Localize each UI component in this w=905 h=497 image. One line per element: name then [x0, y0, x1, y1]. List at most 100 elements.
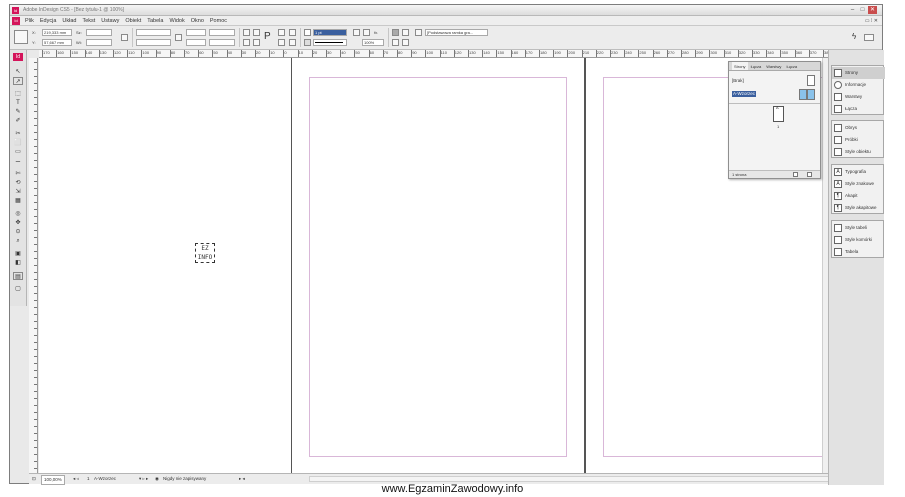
page-left[interactable] [291, 58, 585, 473]
minimize-button[interactable]: – [848, 6, 857, 14]
stroke-weight-field[interactable]: 1 pt [313, 29, 347, 36]
reference-point-icon[interactable] [14, 30, 28, 44]
drop-shadow-icon[interactable] [353, 29, 360, 36]
close-button[interactable]: ✕ [868, 6, 877, 14]
dock-object-styles[interactable]: Style obiektu [832, 146, 885, 158]
flip-horizontal-icon[interactable] [243, 39, 250, 46]
constrain-scale-icon[interactable] [175, 34, 182, 41]
dock-pages[interactable]: Strony [832, 67, 885, 79]
document-window-controls[interactable]: ▭ ⁞ ✕ [865, 16, 878, 26]
direct-selection-tool[interactable]: ↗ [13, 77, 23, 85]
panel-divider[interactable] [729, 103, 820, 104]
fill-stroke-swatch[interactable]: ▣ [13, 250, 23, 258]
object-style-select[interactable]: [Podstawowa ramka gra... [425, 29, 488, 36]
page-tool[interactable]: ⬚ [13, 90, 23, 98]
menu-file[interactable]: Plik [25, 16, 34, 26]
flip-vertical-icon[interactable] [253, 39, 260, 46]
x-field[interactable]: 219,333 mm [42, 29, 72, 36]
shear-angle-field[interactable] [209, 39, 235, 46]
dock-paragraph[interactable]: ¶ Akapit [832, 190, 885, 202]
effects-icon[interactable] [363, 29, 370, 36]
menu-table[interactable]: Tabela [147, 16, 163, 26]
dock-info[interactable]: Informacje [832, 79, 885, 91]
menu-object[interactable]: Obiekt [125, 16, 141, 26]
dock-table-styles[interactable]: Style tabeli [832, 222, 885, 234]
stroke-swatch-icon[interactable] [304, 39, 311, 46]
lightning-icon[interactable]: ϟ [852, 32, 856, 42]
horizontal-scrollbar[interactable] [309, 476, 829, 482]
new-page-icon[interactable] [793, 172, 798, 177]
text-wrap-around-icon[interactable] [402, 29, 409, 36]
screen-mode-button[interactable]: ▢ [13, 285, 23, 293]
dock-paragraph-styles[interactable]: ¶ Style akapitowe [832, 202, 885, 214]
select-next-icon[interactable] [289, 39, 296, 46]
fill-swatch-icon[interactable] [304, 29, 311, 36]
opacity-field[interactable]: 100% [362, 39, 384, 46]
maximize-button[interactable]: □ [858, 6, 867, 14]
y-field[interactable]: 57,667 mm [42, 39, 72, 46]
align-left-icon[interactable] [392, 39, 399, 46]
rotate-field[interactable] [186, 29, 206, 36]
master-a-left-thumbnail[interactable] [799, 89, 807, 100]
object-style-icon[interactable] [415, 29, 422, 36]
master-a[interactable]: A-Wzorzec [732, 91, 757, 97]
menu-layout[interactable]: Układ [62, 16, 76, 26]
menu-help[interactable]: Pomoc [210, 16, 227, 26]
trash-icon[interactable] [807, 172, 812, 177]
pencil-tool[interactable]: ✐ [13, 117, 23, 125]
menu-edit[interactable]: Edycja [40, 16, 57, 26]
menu-settings[interactable]: Ustawy [101, 16, 119, 26]
stroke-type-select[interactable] [313, 39, 347, 46]
master-a-right-thumbnail[interactable] [807, 89, 815, 100]
text-wrap-icon[interactable] [392, 29, 399, 36]
dock-table[interactable]: Tabela [832, 246, 885, 258]
zoom-tool[interactable]: ⌕ [13, 237, 23, 245]
tab-links-2[interactable]: Łącza [784, 62, 799, 70]
line-tool[interactable]: ✂ [13, 130, 23, 138]
shear-field[interactable] [186, 39, 206, 46]
tab-links[interactable]: Łącza [749, 62, 764, 70]
note-tool[interactable]: ◎ [13, 210, 23, 218]
type-tool[interactable]: T [13, 99, 23, 107]
tab-pages[interactable]: Strony [732, 62, 748, 70]
scale-x-field[interactable] [136, 29, 171, 36]
normal-view-mode[interactable]: ▤ [13, 272, 23, 280]
angle-field[interactable] [209, 29, 235, 36]
scale-y-field[interactable] [136, 39, 171, 46]
rectangle-tool[interactable]: ▭ [13, 148, 23, 156]
dock-typography[interactable]: A Typografia [832, 166, 885, 178]
fx-icon[interactable]: fx. [374, 29, 378, 36]
formatting-affects-container[interactable]: ◧ [13, 259, 23, 267]
panel-options-icon[interactable] [864, 34, 874, 41]
select-content-icon[interactable] [278, 39, 285, 46]
dock-character-styles[interactable]: A Style znakowe [832, 178, 885, 190]
height-field[interactable] [86, 39, 112, 46]
hand-tool[interactable]: ✥ [13, 219, 23, 227]
dock-layers[interactable]: Warstwy [832, 91, 885, 103]
select-container-icon[interactable] [278, 29, 285, 36]
rotate-tool[interactable]: ⟲ [13, 179, 23, 187]
rotate-ccw-icon[interactable] [253, 29, 260, 36]
dock-stroke[interactable]: Obrys [832, 122, 885, 134]
menu-window[interactable]: Okno [191, 16, 204, 26]
menu-view[interactable]: Widok [169, 16, 184, 26]
width-field[interactable] [86, 29, 112, 36]
align-right-icon[interactable] [402, 39, 409, 46]
dock-links[interactable]: Łącza [832, 103, 885, 115]
dock-swatches[interactable]: Próbki [832, 134, 885, 146]
document-canvas[interactable]: EZ INFO [39, 58, 822, 473]
button-tool[interactable]: ⚊ [13, 157, 23, 165]
rotate-cw-icon[interactable] [243, 29, 250, 36]
selection-tool[interactable]: ↖ [13, 68, 23, 76]
scissors-tool[interactable]: ✄ [13, 170, 23, 178]
link-proportions-icon[interactable] [121, 34, 128, 41]
free-transform-tool[interactable]: ⇲ [13, 188, 23, 196]
menu-type[interactable]: Tekst [82, 16, 95, 26]
eyedropper-tool[interactable]: ⊙ [13, 228, 23, 236]
tab-layers[interactable]: Warstwy [764, 62, 783, 70]
type-path-icon[interactable]: P [264, 31, 271, 43]
select-previous-icon[interactable] [289, 29, 296, 36]
master-none[interactable]: [Brak] [732, 78, 744, 83]
dock-cell-styles[interactable]: Style komórki [832, 234, 885, 246]
rectangle-frame-tool[interactable]: ⬜ [13, 139, 23, 147]
